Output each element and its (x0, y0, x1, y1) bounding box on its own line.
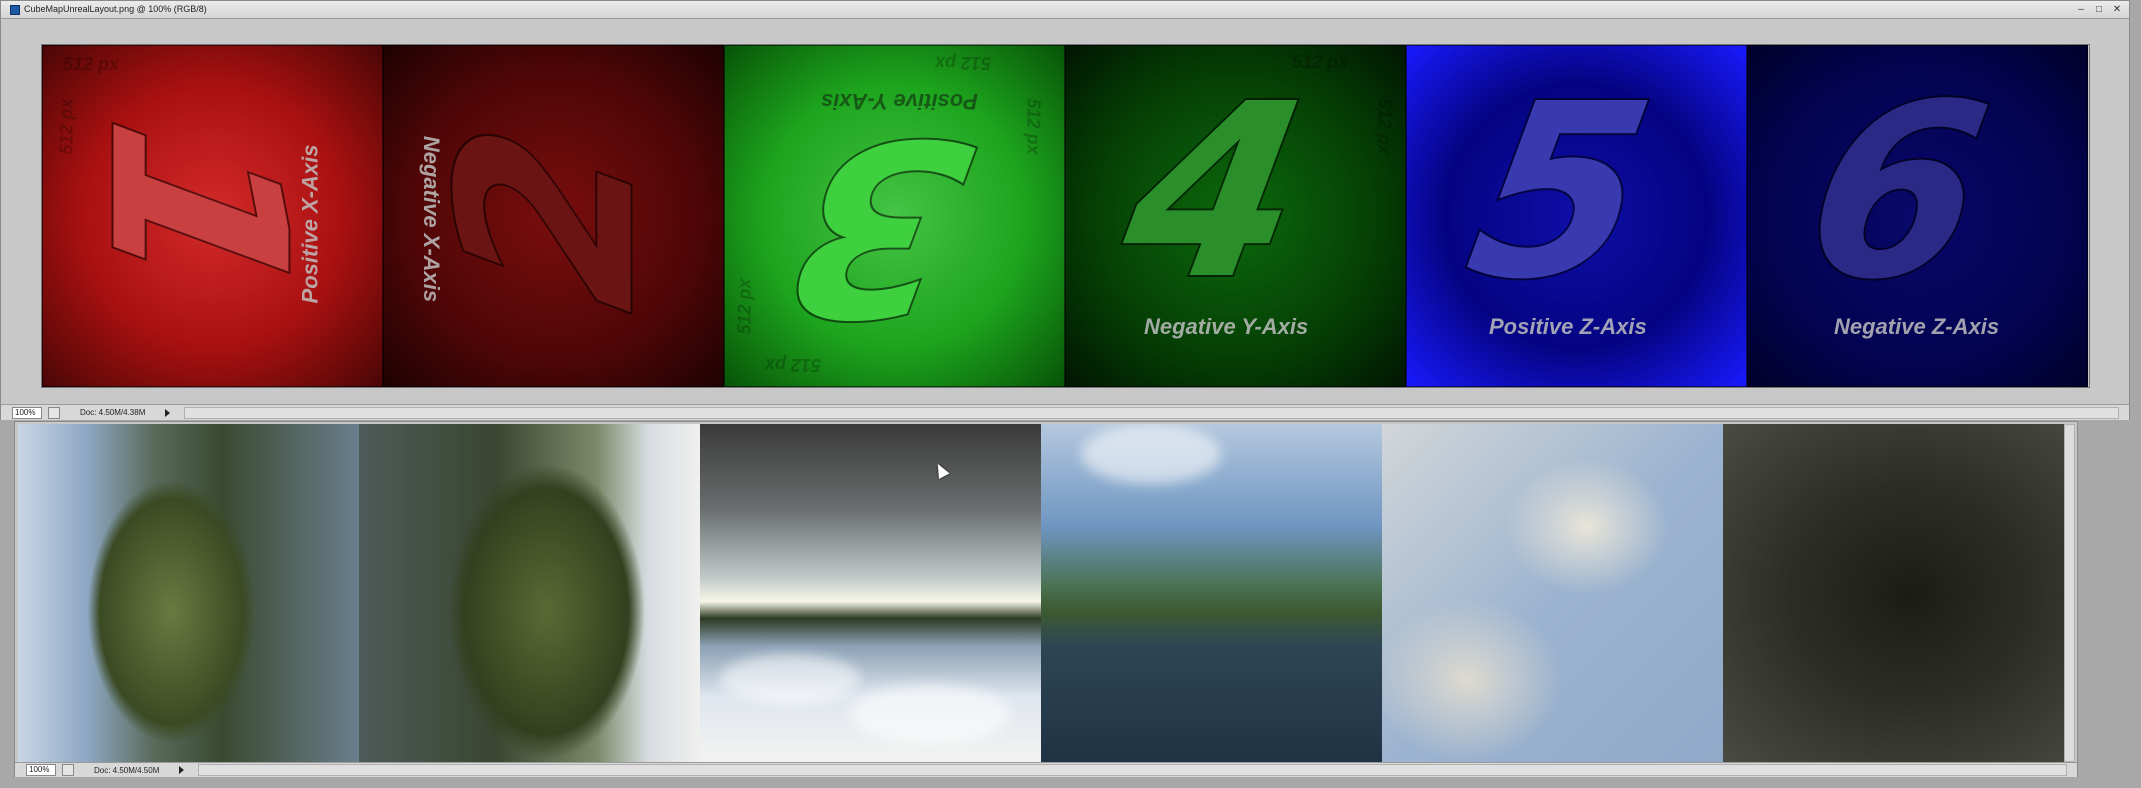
tile-axis-label-1: Positive X-Axis (297, 144, 323, 304)
top-window-titlebar[interactable]: CubeMapUnrealLayout.png @ 100% (RGB/8) –… (1, 1, 2129, 19)
status-menu-arrow-icon[interactable] (179, 766, 184, 774)
top-window-controls: – □ ✕ (2075, 1, 2123, 18)
horizontal-scrollbar[interactable] (198, 764, 2067, 776)
zoom-field[interactable]: 100% (12, 406, 42, 419)
bottom-canvas[interactable] (18, 424, 2065, 765)
cloud-shape (850, 684, 1010, 744)
tile-axis-label-4: Negative Y-Axis (1144, 314, 1309, 339)
cubemap-photo-6 (1723, 424, 2064, 765)
status-info-icon[interactable] (48, 406, 60, 419)
tile-size-label: 512 px (63, 54, 120, 74)
cubemap-photo-5 (1382, 424, 1723, 765)
cubemap-tile-positive-y: 3 Positive Y-Axis 512 px 512 px 512 px 5… (724, 45, 1065, 387)
tile-size-label: 512 px (1292, 52, 1349, 72)
tile-number-1: 1 (55, 102, 339, 322)
cloud-shape (1081, 424, 1221, 484)
cloud-shape (720, 654, 860, 704)
tile-number-4: 4 (1105, 50, 1325, 334)
vertical-scrollbar[interactable] (2064, 424, 2075, 762)
cubemap-tile-positive-z: 5 Positive Z-Axis (1406, 45, 1747, 387)
cubemap-photo-3 (700, 424, 1041, 765)
bottom-status-bar: 100% Doc: 4.50M/4.50M (15, 762, 2077, 777)
doc-size-info: Doc: 4.50M/4.38M (80, 408, 146, 417)
tile-number-2: 2 (406, 106, 690, 326)
top-window-title: CubeMapUnrealLayout.png @ 100% (RGB/8) (24, 4, 207, 14)
tile-size-label: 512 px (1023, 98, 1044, 155)
cubemap-photo-2 (359, 424, 700, 765)
horizontal-scrollbar[interactable] (184, 406, 2119, 419)
top-status-bar: 100% Doc: 4.50M/4.38M (1, 404, 2129, 420)
cubemap-photo-4 (1041, 424, 1382, 765)
tile-axis-label-6: Negative Z-Axis (1834, 314, 2000, 339)
tile-size-label: 512 px (1374, 98, 1395, 155)
tile-axis-label-3: Positive Y-Axis (821, 89, 978, 114)
tile-axis-label-2: Negative X-Axis (419, 135, 445, 303)
cubemap-tile-negative-x: 2 Negative X-Axis (383, 45, 724, 387)
restore-icon[interactable]: □ (2093, 1, 2105, 18)
photoshop-document-icon (10, 4, 20, 15)
zoom-field[interactable]: 100% (26, 764, 56, 776)
tile-number-3: 3 (768, 84, 988, 368)
tile-size-label: 512 px (734, 278, 755, 335)
bottom-document-window: 100% Doc: 4.50M/4.50M (14, 421, 2078, 777)
status-info-icon[interactable] (62, 764, 74, 776)
top-document-window: CubeMapUnrealLayout.png @ 100% (RGB/8) –… (0, 0, 2130, 420)
tile-size-label: 512 px (56, 98, 77, 155)
minimize-icon[interactable]: – (2075, 1, 2087, 18)
cubemap-photo-1 (18, 424, 359, 765)
tile-number-6: 6 (1787, 50, 2007, 334)
close-icon[interactable]: ✕ (2111, 1, 2123, 18)
cubemap-tile-positive-x: 1 Positive X-Axis 512 px 512 px (42, 45, 383, 387)
cubemap-tile-negative-z: 6 Negative Z-Axis (1747, 45, 2088, 387)
tile-size-label: 512 px (935, 53, 992, 73)
cubemap-tile-negative-y: 4 Negative Y-Axis 512 px 512 px (1065, 45, 1406, 387)
status-menu-arrow-icon[interactable] (165, 408, 170, 417)
tile-size-label: 512 px (765, 355, 822, 375)
tile-axis-label-5: Positive Z-Axis (1489, 314, 1647, 339)
tile-number-5: 5 (1450, 50, 1670, 334)
top-canvas[interactable]: 1 Positive X-Axis 512 px 512 px 2 Negati… (42, 45, 2089, 387)
doc-size-info: Doc: 4.50M/4.50M (94, 765, 160, 775)
